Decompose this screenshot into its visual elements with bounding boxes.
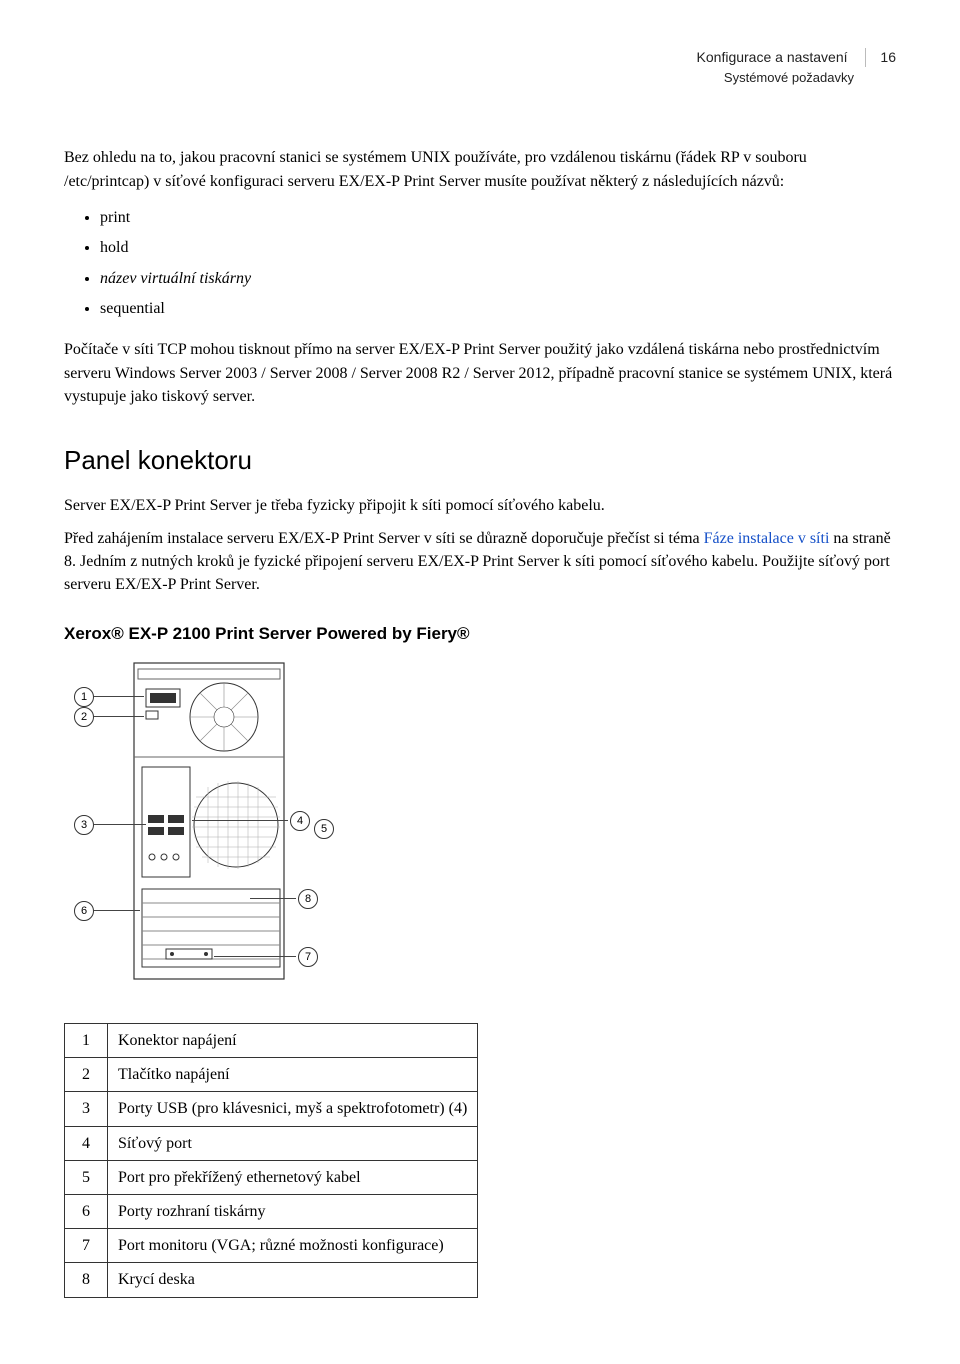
legend-text: Krycí deska: [108, 1263, 478, 1297]
leader-line: [94, 824, 146, 825]
paragraph: Před zahájením instalace serveru EX/EX-P…: [64, 527, 896, 597]
callout-6: 6: [74, 901, 94, 921]
intro-paragraph: Bez ohledu na to, jakou pracovní stanici…: [64, 146, 896, 192]
list-item: název virtuální tiskárny: [100, 264, 896, 294]
table-row: 5Port pro překřížený ethernetový kabel: [65, 1160, 478, 1194]
table-row: 4Síťový port: [65, 1126, 478, 1160]
paragraph: Server EX/EX-P Print Server je třeba fyz…: [64, 494, 896, 517]
callout-3: 3: [74, 815, 94, 835]
legend-text: Port monitoru (VGA; různé možnosti konfi…: [108, 1229, 478, 1263]
legend-number: 1: [65, 1024, 108, 1058]
rear-panel-diagram: 1 2 3 4 5 6 8 7: [74, 657, 374, 997]
callout-2: 2: [74, 707, 94, 727]
legend-number: 5: [65, 1160, 108, 1194]
page-number: 16: [865, 48, 896, 67]
callout-5: 5: [314, 819, 334, 839]
legend-text: Tlačítko napájení: [108, 1058, 478, 1092]
table-row: 1Konektor napájení: [65, 1024, 478, 1058]
page-header: Konfigurace a nastavení 16 Systémové pož…: [64, 48, 896, 86]
legend-text: Síťový port: [108, 1126, 478, 1160]
legend-number: 3: [65, 1092, 108, 1126]
legend-body: 1Konektor napájení2Tlačítko napájení3Por…: [65, 1024, 478, 1298]
callout-4: 4: [290, 811, 310, 831]
legend-text: Porty rozhraní tiskárny: [108, 1194, 478, 1228]
section-heading: Panel konektoru: [64, 442, 896, 480]
table-row: 7Port monitoru (VGA; různé možnosti konf…: [65, 1229, 478, 1263]
header-title: Konfigurace a nastavení: [697, 48, 848, 67]
header-subtitle: Systémové požadavky: [64, 69, 896, 87]
leader-line: [94, 696, 144, 697]
callout-8: 8: [298, 889, 318, 909]
name-list: print hold název virtuální tiskárny sequ…: [64, 203, 896, 325]
cross-reference-link[interactable]: Fáze instalace v síti: [704, 530, 830, 547]
table-row: 8Krycí deska: [65, 1263, 478, 1297]
callout-1: 1: [74, 687, 94, 707]
leader-line: [94, 716, 144, 717]
table-row: 2Tlačítko napájení: [65, 1058, 478, 1092]
leader-line: [192, 820, 288, 821]
callout-7: 7: [298, 947, 318, 967]
legend-number: 8: [65, 1263, 108, 1297]
legend-number: 6: [65, 1194, 108, 1228]
leader-line: [214, 956, 296, 957]
sub-heading: Xerox® EX-P 2100 Print Server Powered by…: [64, 622, 896, 647]
legend-text: Porty USB (pro klávesnici, myš a spektro…: [108, 1092, 478, 1126]
legend-number: 2: [65, 1058, 108, 1092]
legend-number: 4: [65, 1126, 108, 1160]
leader-line: [250, 898, 296, 899]
legend-number: 7: [65, 1229, 108, 1263]
list-item: print: [100, 203, 896, 233]
list-item: hold: [100, 233, 896, 263]
legend-text: Port pro překřížený ethernetový kabel: [108, 1160, 478, 1194]
table-row: 3Porty USB (pro klávesnici, myš a spektr…: [65, 1092, 478, 1126]
legend-table: 1Konektor napájení2Tlačítko napájení3Por…: [64, 1023, 478, 1298]
table-row: 6Porty rozhraní tiskárny: [65, 1194, 478, 1228]
list-item: sequential: [100, 294, 896, 324]
legend-text: Konektor napájení: [108, 1024, 478, 1058]
after-bullets-paragraph: Počítače v síti TCP mohou tisknout přímo…: [64, 338, 896, 408]
text-fragment: Před zahájením instalace serveru EX/EX-P…: [64, 530, 704, 547]
leader-line: [94, 910, 140, 911]
